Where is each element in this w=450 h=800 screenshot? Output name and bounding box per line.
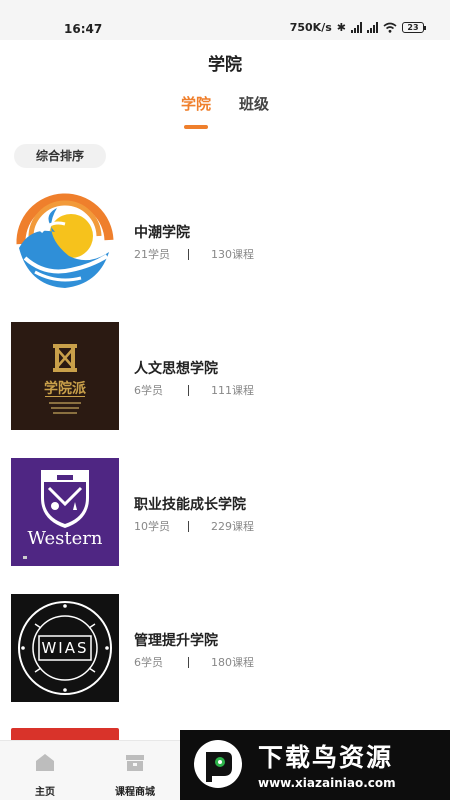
course-count: 111课程 — [211, 384, 254, 397]
student-count: 21学员 — [134, 248, 170, 261]
tab-class[interactable]: 班级 — [239, 93, 269, 114]
college-name: 人文思想学院 — [134, 361, 218, 377]
course-count: 229课程 — [211, 520, 254, 533]
college-name: 管理提升学院 — [134, 633, 218, 649]
bluetooth-icon: ✱ — [336, 21, 346, 34]
college-item[interactable]: WIAS 管理提升学院 6学员 180课程 — [0, 594, 450, 702]
wifi-icon — [383, 22, 397, 33]
nav-home[interactable]: 主页 — [0, 741, 90, 800]
sort-button[interactable]: 综合排序 — [14, 144, 106, 168]
western-shield-logo: Western — [11, 458, 119, 566]
nav-label: 主页 — [35, 787, 55, 798]
college-item[interactable]: Western 职业技能成长学院 10学员 229课程 — [0, 458, 450, 566]
student-count: 6学员 — [134, 656, 163, 669]
xueyuanpai-logo: 学院派 — [11, 322, 119, 430]
stats-divider — [188, 384, 189, 396]
watermark-title: 下载鸟资源 — [258, 743, 394, 772]
signal-icon — [351, 22, 362, 33]
page-title: 学院 — [208, 55, 242, 75]
college-item[interactable]: 中潮学院 21学员 130课程 — [0, 186, 450, 294]
store-icon — [126, 755, 144, 771]
wave-sun-logo — [11, 186, 119, 294]
signal-icon-2 — [367, 22, 378, 33]
wias-seal-logo: WIAS — [11, 594, 119, 702]
stats-divider — [188, 656, 189, 668]
course-count: 130课程 — [211, 248, 254, 261]
college-stats: 21学员 130课程 — [134, 246, 254, 262]
college-stats: 6学员 111课程 — [134, 382, 254, 398]
tab-college[interactable]: 学院 — [181, 93, 211, 114]
network-speed: 750K/s — [289, 21, 332, 34]
status-time: 16:47 — [64, 22, 103, 36]
nav-store[interactable]: 课程商城 — [90, 741, 180, 800]
bird-logo-icon — [194, 740, 242, 788]
college-stats: 6学员 180课程 — [134, 654, 254, 670]
student-count: 10学员 — [134, 520, 170, 533]
college-item[interactable]: 学院派 人文思想学院 6学员 111课程 — [0, 322, 450, 430]
home-icon — [36, 754, 54, 771]
college-name: 中潮学院 — [134, 225, 190, 241]
student-count: 6学员 — [134, 384, 163, 397]
logo-text: Western — [27, 528, 103, 549]
tab-indicator — [184, 125, 208, 129]
logo-text: WIAS — [41, 639, 89, 657]
stats-divider — [188, 248, 189, 260]
college-name: 职业技能成长学院 — [134, 497, 246, 513]
nav-label: 课程商城 — [115, 787, 155, 798]
watermark-url: www.xiazainiao.com — [258, 776, 396, 790]
course-count: 180课程 — [211, 656, 254, 669]
college-stats: 10学员 229课程 — [134, 518, 254, 534]
watermark-banner: 下载鸟资源 www.xiazainiao.com — [180, 730, 450, 800]
logo-text: 学院派 — [44, 381, 86, 397]
status-icons: 750K/s ✱ 23 — [289, 21, 426, 34]
battery-icon: 23 — [402, 22, 426, 33]
status-bar: 16:47 750K/s ✱ 23 — [0, 0, 450, 40]
stats-divider — [188, 520, 189, 532]
